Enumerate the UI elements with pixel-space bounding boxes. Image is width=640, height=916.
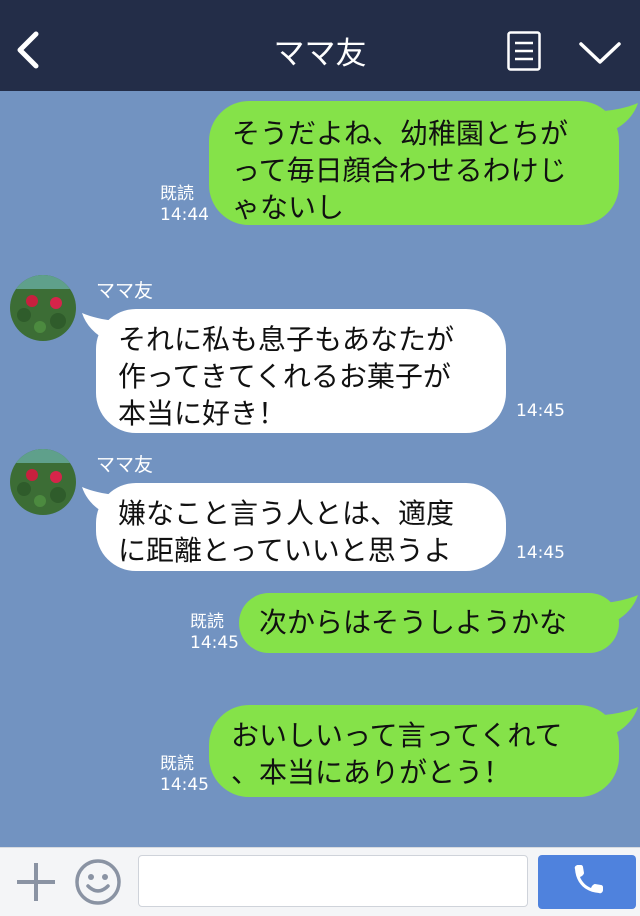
chat-area[interactable]: 既読 14:44 そうだよね、幼稚園とちが って毎日顔合わせるわけじ ゃないし … xyxy=(0,91,640,847)
message-line: 次からはそうしようかな xyxy=(259,606,568,639)
message-bubble-sent[interactable]: おいしいって言ってくれて 、本当にありがとう！ xyxy=(209,705,619,797)
message-meta: 既読 14:44 xyxy=(160,184,209,226)
message-line: に距離とっていいと思うよ xyxy=(118,534,452,567)
message-line: そうだよね、幼稚園とちが xyxy=(232,117,569,150)
message-line: おいしいって言ってくれて xyxy=(231,719,563,752)
avatar-image xyxy=(10,449,76,515)
message-line: 嫌なこと言う人とは、適度 xyxy=(118,497,455,530)
message-bubble-received[interactable]: それに私も息子もあなたが 作ってきてくれるお菓子が 本当に好き！ xyxy=(96,309,506,433)
bubble-tail xyxy=(604,707,638,735)
timestamp: 14:45 xyxy=(190,633,239,653)
avatar-image xyxy=(10,275,76,341)
message-line: それに私も息子もあなたが xyxy=(118,323,455,356)
call-button[interactable] xyxy=(538,855,636,909)
sender-name: ママ友 xyxy=(96,280,154,302)
read-label: 既読 xyxy=(160,184,194,204)
timestamp: 14:45 xyxy=(160,775,209,795)
chat-title: ママ友 xyxy=(273,36,367,72)
message-bubble-received[interactable]: 嫌なこと言う人とは、適度 に距離とっていいと思うよ xyxy=(96,483,506,571)
sender-name: ママ友 xyxy=(96,454,154,476)
menu-button[interactable] xyxy=(507,31,541,71)
message-meta: 既読 14:45 xyxy=(190,612,239,654)
read-label: 既読 xyxy=(160,754,194,774)
timestamp: 14:44 xyxy=(160,205,209,225)
chevron-down-icon xyxy=(579,42,621,64)
message-line: ゃないし xyxy=(232,191,345,224)
add-button[interactable] xyxy=(14,860,58,904)
message-meta: 既読 14:45 xyxy=(160,754,209,796)
avatar[interactable] xyxy=(10,275,76,341)
avatar[interactable] xyxy=(10,449,76,515)
phone-icon xyxy=(574,865,603,894)
message-bubble-sent[interactable]: そうだよね、幼稚園とちが って毎日顔合わせるわけじ ゃないし xyxy=(209,101,619,225)
message-bubble-sent[interactable]: 次からはそうしようかな xyxy=(239,593,619,653)
message-line: 本当に好き！ xyxy=(118,397,287,430)
message-line: 作ってきてくれるお菓子が xyxy=(118,360,451,393)
timestamp: 14:45 xyxy=(516,543,565,563)
message-line: 、本当にありがとう！ xyxy=(231,756,512,789)
timestamp: 14:45 xyxy=(516,401,565,421)
read-label: 既読 xyxy=(190,612,224,632)
smiley-icon xyxy=(75,859,121,905)
emoji-button[interactable] xyxy=(74,858,122,906)
chat-header: ママ友 xyxy=(0,0,640,91)
message-line: って毎日顔合わせるわけじ xyxy=(232,154,567,187)
menu-list-icon xyxy=(507,31,541,71)
bubble-tail xyxy=(604,103,638,131)
bubble-tail xyxy=(604,595,638,623)
plus-icon xyxy=(17,863,55,901)
message-input[interactable] xyxy=(138,855,528,907)
collapse-button[interactable] xyxy=(578,38,622,66)
input-bar xyxy=(0,847,640,916)
